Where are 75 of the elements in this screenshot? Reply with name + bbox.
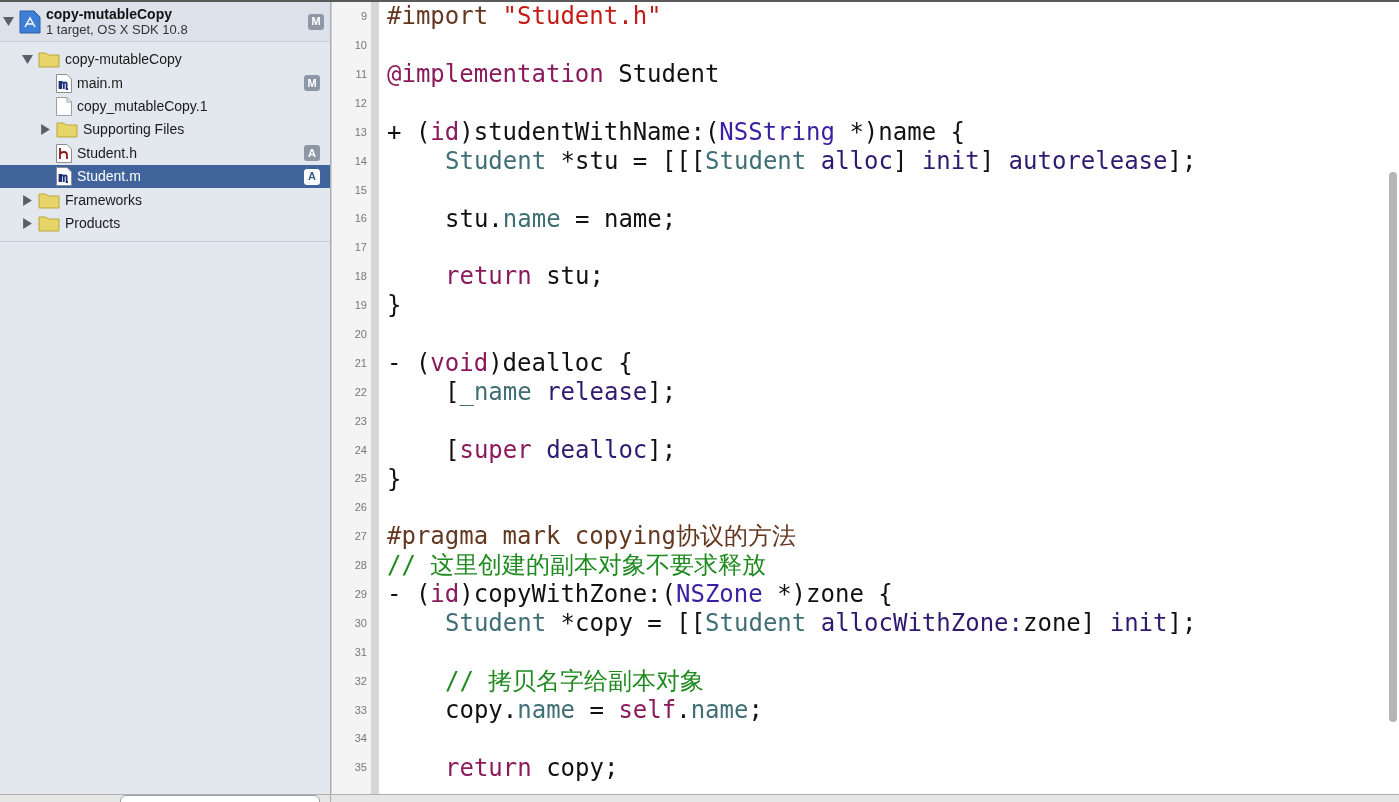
code-line: [super dealloc]; xyxy=(445,435,677,464)
code-line: } xyxy=(387,464,402,493)
navigator-item[interactable]: copy-mutableCopy xyxy=(0,48,330,72)
status-badge: M xyxy=(304,75,320,92)
line-number: 12 xyxy=(354,95,367,111)
code-line: [_name release]; xyxy=(445,378,677,406)
scrollbar[interactable] xyxy=(1389,172,1397,722)
project-subtitle: 1 target, OS X SDK 10.8 xyxy=(46,21,188,38)
code-line: - (id)copyWithZone:(NSZone *)zone { xyxy=(387,580,893,609)
code-line: + (id)studentWithName:(NSString *)name { xyxy=(387,118,965,146)
line-number: 10 xyxy=(354,38,367,54)
status-badge: M xyxy=(308,13,324,30)
line-number: 29 xyxy=(354,587,367,602)
line-number: 9 xyxy=(360,9,367,25)
folder-icon xyxy=(38,51,60,69)
folder-icon xyxy=(56,121,78,139)
line-number: 34 xyxy=(354,731,367,747)
navigator-item[interactable]: copy_mutableCopy.1 xyxy=(0,94,330,119)
navigator-item[interactable]: Products xyxy=(0,211,330,236)
document-icon xyxy=(56,96,72,116)
code-line: copy.name = self.name; xyxy=(445,695,763,724)
disclosure-right-icon[interactable] xyxy=(40,124,51,136)
navigator-item[interactable]: Student.h A xyxy=(0,141,330,165)
line-number: 26 xyxy=(354,500,367,516)
disclosure-down-icon[interactable] xyxy=(22,54,33,66)
line-number: 22 xyxy=(354,384,367,400)
line-number: 25 xyxy=(354,471,367,487)
code-line: } xyxy=(387,291,402,320)
code-line: @implementation Student xyxy=(387,60,720,89)
line-number: 19 xyxy=(354,298,367,314)
line-number: 21 xyxy=(354,355,367,371)
code-line: stu.name = name; xyxy=(445,204,677,233)
disclosure-right-icon[interactable] xyxy=(22,217,33,229)
status-badge: A xyxy=(304,168,320,185)
line-number: 16 xyxy=(354,211,367,227)
line-number: 13 xyxy=(354,124,367,140)
line-number: 31 xyxy=(354,644,367,660)
code-line: // 拷贝名字给副本对象 xyxy=(445,666,705,695)
project-icon xyxy=(19,9,41,34)
code-line: return copy; xyxy=(445,753,619,782)
line-number: 33 xyxy=(354,702,367,718)
m-file-icon xyxy=(56,167,72,187)
line-number: 20 xyxy=(354,327,367,342)
line-number: 32 xyxy=(354,673,367,689)
line-number: 24 xyxy=(354,442,367,458)
code-line: #pragma mark copying协议的方法 xyxy=(387,522,796,551)
disclosure-right-icon[interactable] xyxy=(22,194,33,206)
navigator-item[interactable]: Frameworks xyxy=(0,188,330,212)
line-number: 17 xyxy=(354,240,367,256)
navigator-item[interactable]: Student.m A xyxy=(0,164,330,189)
line-number: 11 xyxy=(355,66,367,82)
project-name: copy-mutableCopy xyxy=(46,5,173,22)
navigator-item[interactable]: Supporting Files xyxy=(0,118,330,142)
code-line: Student *stu = [[[Student alloc] init] autorelease]; xyxy=(445,146,1197,175)
line-number: 30 xyxy=(354,615,367,631)
line-number: 23 xyxy=(354,413,367,429)
line-number: 14 xyxy=(354,153,367,169)
code-line: return stu; xyxy=(445,262,604,291)
line-number: 15 xyxy=(354,182,367,198)
status-badge: A xyxy=(304,145,320,162)
folder-icon xyxy=(38,191,60,209)
m-file-icon xyxy=(56,73,72,93)
line-number: 35 xyxy=(354,760,367,776)
h-file-icon xyxy=(56,143,72,163)
disclosure-down-icon[interactable] xyxy=(3,16,14,27)
code-line: Student *copy = [[Student allocWithZone:zone] init]; xyxy=(445,609,1197,638)
project-row[interactable]: copy-mutableCopy 1 target, OS X SDK 10.8 M xyxy=(0,2,330,42)
line-number: 28 xyxy=(354,558,367,574)
code-line: #import "Student.h" xyxy=(387,2,662,31)
navigator-item[interactable]: main.m M xyxy=(0,71,330,95)
folder-icon xyxy=(38,214,60,232)
line-number: 18 xyxy=(354,269,367,285)
code-line: - (void)dealloc { xyxy=(387,349,633,378)
code-line: // 这里创建的副本对象不要求释放 xyxy=(387,551,767,580)
line-number: 27 xyxy=(354,529,367,545)
